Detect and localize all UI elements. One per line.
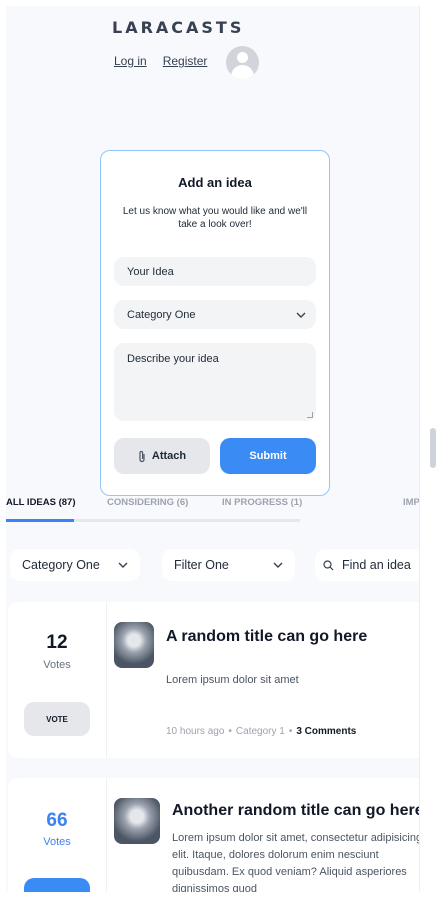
vote-box: 66 Votes VOTE <box>8 778 107 892</box>
vote-count: 12 <box>46 632 68 653</box>
other-filter-dropdown[interactable]: Filter One <box>162 549 295 581</box>
login-link[interactable]: Log in <box>114 54 147 68</box>
auth-links: Log in Register <box>114 54 207 68</box>
chevron-down-icon <box>273 562 283 568</box>
idea-time: 10 hours ago <box>166 726 225 737</box>
attach-button[interactable]: Attach <box>114 438 210 474</box>
attach-label: Attach <box>151 450 187 462</box>
search-input[interactable]: Find an idea <box>315 549 419 581</box>
add-idea-card: Add an idea Let us know what you would l… <box>100 150 330 496</box>
meta-separator: • <box>228 726 232 737</box>
tab-in-progress[interactable]: IN PROGRESS (1) <box>222 497 302 508</box>
user-avatar[interactable] <box>226 46 259 79</box>
idea-card[interactable]: 66 Votes VOTE Another random title can g… <box>8 778 420 892</box>
status-tabs: ALL IDEAS (87) CONSIDERING (6) IN PROGRE… <box>6 497 419 527</box>
idea-comments-link[interactable]: 3 Comments <box>296 726 356 737</box>
register-link[interactable]: Register <box>163 54 208 68</box>
search-icon <box>323 559 334 570</box>
avatar-head-shape <box>237 52 248 63</box>
author-avatar[interactable] <box>114 622 154 668</box>
idea-description-textarea[interactable]: Describe your idea <box>114 343 316 421</box>
idea-title[interactable]: Another random title can go here <box>172 802 419 820</box>
page-scrollbar[interactable] <box>430 428 436 468</box>
idea-title-input[interactable]: Your Idea <box>114 257 316 286</box>
author-avatar[interactable] <box>114 798 160 844</box>
idea-card[interactable]: 12 Votes VOTE A random title can go here… <box>8 602 419 758</box>
add-idea-subtitle: Let us know what you would like and we'l… <box>122 206 308 230</box>
paperclip-icon <box>139 450 145 462</box>
idea-category: Category 1 <box>235 726 285 737</box>
submit-button[interactable]: Submit <box>220 438 316 474</box>
category-select[interactable]: Category One <box>114 300 316 329</box>
idea-title-placeholder: Your Idea <box>127 265 174 278</box>
avatar-body-shape <box>231 65 254 79</box>
category-filter-dropdown[interactable]: Category One <box>10 549 140 581</box>
vote-count: 66 <box>46 810 68 831</box>
meta-separator: • <box>288 726 293 737</box>
tab-all-ideas[interactable]: ALL IDEAS (87) <box>6 497 76 508</box>
vote-box: 12 Votes VOTE <box>8 602 107 758</box>
resize-grip-icon[interactable] <box>307 412 313 418</box>
tab-considering[interactable]: CONSIDERING (6) <box>107 497 188 508</box>
idea-description: Lorem ipsum dolor sit amet, consectetur … <box>172 832 420 892</box>
idea-description: Lorem ipsum dolor sit amet <box>166 674 299 686</box>
tabs-active-indicator <box>6 519 74 522</box>
idea-meta: 10 hours ago • Category 1 • 3 Comments <box>166 726 356 737</box>
vote-button[interactable]: VOTE <box>24 878 90 892</box>
chevron-down-icon <box>296 312 306 318</box>
vote-button[interactable]: VOTE <box>24 702 90 736</box>
search-placeholder: Find an idea <box>342 558 411 572</box>
category-filter-value: Category One <box>22 558 100 572</box>
votes-label: Votes <box>43 659 71 671</box>
laracasts-logo[interactable]: LARACASTS <box>112 18 244 37</box>
votes-label: Votes <box>43 836 71 848</box>
category-select-value: Category One <box>127 308 196 321</box>
other-filter-value: Filter One <box>174 558 229 572</box>
idea-title[interactable]: A random title can go here <box>166 628 367 646</box>
chevron-down-icon <box>118 562 128 568</box>
tab-implemented[interactable]: IMPLEMENTED <box>403 497 419 508</box>
idea-description-placeholder: Describe your idea <box>127 353 219 365</box>
add-idea-title: Add an idea <box>178 175 252 190</box>
browser-viewport: LARACASTS Log in Register Add an idea Le… <box>6 6 420 892</box>
